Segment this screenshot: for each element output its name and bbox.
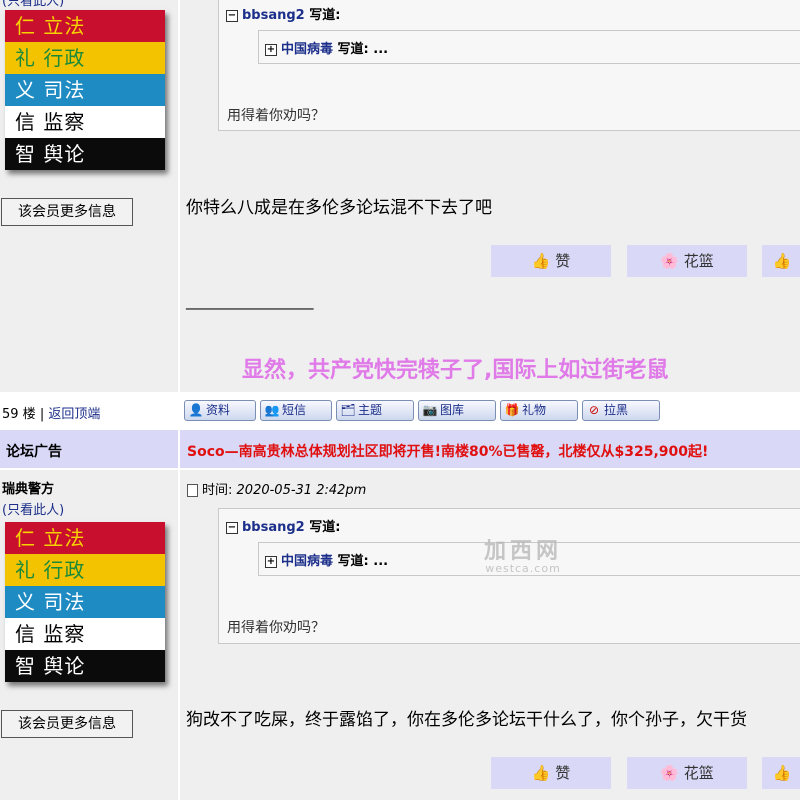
user-badge-image: 仁 立法 礼 行政 义 司法 信 监察 智 舆论 [5,522,165,682]
badge-row: 信 监察 [5,106,165,138]
back-to-top-link[interactable]: 返回顶端 [48,407,100,422]
quote-text: 用得着你劝吗？ [227,620,325,636]
view-only-link[interactable]: (只看此人) [2,499,64,518]
thumbs-up-icon: 👍 [531,252,551,270]
floor-info: 59 楼 | 返回顶端 [2,407,101,422]
floor-number: 59 楼 [2,407,36,422]
quote-user[interactable]: bbsang2 [242,520,305,535]
gallery-button[interactable]: 📷 图库 [418,400,496,421]
badge-row: 智 舆论 [5,650,165,682]
badge-row: 仁 立法 [5,522,165,554]
quote-header: − bbsang2 写道: [226,8,341,23]
post-body: 狗改不了吃屎，终于露馅了，你在多伦多论坛干什么了，你个孙子，欠干货 [186,710,747,730]
message-button[interactable]: 👥 短信 [260,400,332,421]
gift-icon: 🎁 [504,403,520,417]
badge-row: 义 司法 [5,74,165,106]
block-button[interactable]: ⊘ 拉黑 [582,400,660,421]
flower-button[interactable]: 🌸 花篮 [627,245,747,277]
person-icon: 👤 [188,403,204,417]
expand-icon[interactable]: + [265,43,277,56]
flower-icon: 🌸 [660,764,679,782]
flower-button[interactable]: 🌸 花篮 [627,757,747,789]
flower-icon: 🌸 [660,252,679,270]
post-body: 你特么八成是在多伦多论坛混不下去了吧 [186,198,492,218]
message-icon: 👥 [264,403,280,417]
view-only-link-top[interactable]: (只看此人) [2,0,64,9]
badge-row: 义 司法 [5,586,165,618]
nested-quote-user[interactable]: 中国病毒 [281,42,333,57]
user-badge-image: 仁 立法 礼 行政 义 司法 信 监察 智 舆论 [5,10,165,170]
like-button[interactable]: 👍 赞 [491,757,611,789]
watermark: 加西网 westca.com [484,539,563,575]
username[interactable]: 瑞典警方 [2,478,54,497]
ad-link[interactable]: Soco—南高贵林总体规划社区即将开售!南楼80%已售罄，北楼仅从$325,90… [187,441,708,461]
ad-label: 论坛广告 [6,444,62,460]
nested-quote-header: + 中国病毒 写道: ... [265,42,389,57]
expand-icon[interactable]: + [265,555,277,568]
gift-button[interactable]: 🎁 礼物 [500,400,578,421]
quote-header: − bbsang2 写道: [226,520,341,535]
profile-button[interactable]: 👤 资料 [184,400,256,421]
collapse-icon[interactable]: − [226,9,238,22]
topic-icon: 🗂 [340,403,356,417]
post-time: 时间: 2020-05-31 2:42pm [187,479,366,498]
topics-button[interactable]: 🗂 主题 [336,400,414,421]
badge-row: 仁 立法 [5,10,165,42]
quote-user[interactable]: bbsang2 [242,8,305,23]
reaction-button-partial[interactable]: 👍 [762,245,800,277]
quote-text: 用得着你劝吗？ [227,108,325,124]
signature-text: 显然，共产党快完犊子了,国际上如过街老鼠 [242,358,669,383]
thumbs-down-icon: 👍 [772,252,792,270]
post-icon [187,484,198,497]
thumbs-up-icon: 👍 [531,764,551,782]
badge-row: 礼 行政 [5,554,165,586]
collapse-icon[interactable]: − [226,521,238,534]
more-info-button[interactable]: 该会员更多信息 [1,198,133,226]
nested-quote-header: + 中国病毒 写道: ... [265,554,389,569]
thumbs-down-icon: 👍 [772,764,792,782]
signature-separator: _________________ [186,292,314,310]
block-icon: ⊘ [588,403,600,417]
badge-row: 信 监察 [5,618,165,650]
like-button[interactable]: 👍 赞 [491,245,611,277]
camera-icon: 📷 [422,403,438,417]
reaction-button-partial[interactable]: 👍 [762,757,800,789]
badge-row: 礼 行政 [5,42,165,74]
badge-row: 智 舆论 [5,138,165,170]
nested-quote-user[interactable]: 中国病毒 [281,554,333,569]
more-info-button[interactable]: 该会员更多信息 [1,710,133,738]
